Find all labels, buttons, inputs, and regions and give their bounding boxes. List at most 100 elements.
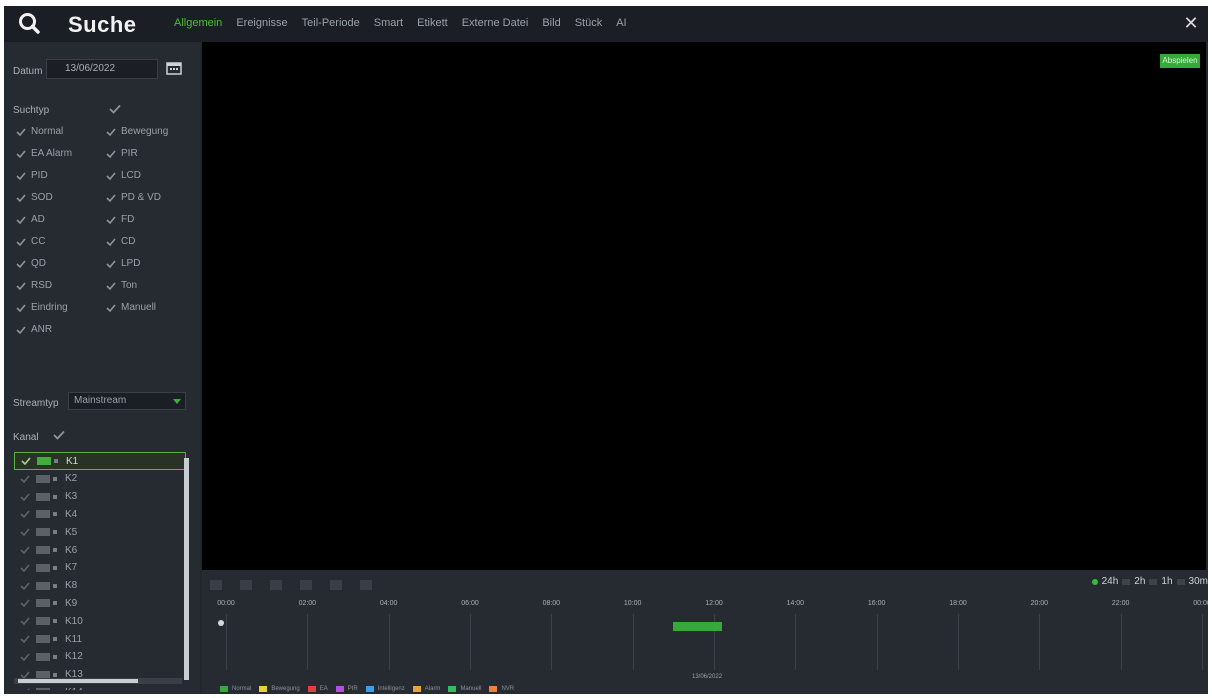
search-type-label: Bewegung — [121, 126, 169, 137]
status-dot-icon — [53, 530, 57, 535]
search-type-checkbox[interactable]: LPD — [106, 258, 140, 269]
zoom-24h[interactable]: 24h — [1102, 576, 1119, 587]
search-type-checkbox[interactable]: SOD — [16, 192, 53, 203]
scrollbar-thumb[interactable] — [18, 679, 138, 683]
checkmark-icon[interactable] — [52, 430, 66, 440]
camera-icon — [36, 635, 50, 643]
legend-label: Alarm — [424, 686, 441, 692]
zoom-30m[interactable]: 30m — [1189, 576, 1208, 587]
search-type-checkbox[interactable]: CD — [106, 236, 135, 247]
search-type-label: CC — [31, 236, 46, 247]
channel-list-h-scrollbar[interactable] — [14, 678, 182, 684]
tab-allgemein[interactable]: Allgemein — [174, 17, 222, 29]
tab-externe-datei[interactable]: Externe Datei — [462, 17, 529, 29]
checkmark-icon — [20, 475, 30, 483]
search-type-checkbox[interactable]: PD & VD — [106, 192, 161, 203]
recording-segment[interactable] — [673, 622, 723, 631]
search-icon — [19, 13, 40, 34]
stream-type-select[interactable]: Mainstream — [68, 392, 186, 410]
hour-label: 00:00 — [1193, 600, 1208, 607]
camera-icon — [36, 688, 50, 690]
forward-icon[interactable] — [330, 580, 342, 590]
search-type-checkbox[interactable]: PID — [16, 170, 48, 181]
search-type-checkbox[interactable]: QD — [16, 258, 46, 269]
play-icon[interactable] — [240, 580, 252, 590]
search-type-checkbox[interactable]: RSD — [16, 280, 52, 291]
zoom-radio-icon[interactable] — [1091, 578, 1098, 585]
channel-row[interactable]: K10 — [14, 612, 186, 630]
stop-icon[interactable] — [210, 580, 222, 590]
zoom-radio-icon[interactable] — [1176, 578, 1185, 585]
zoom-1h[interactable]: 1h — [1161, 576, 1172, 587]
channel-row[interactable]: K8 — [14, 577, 186, 595]
search-type-checkbox[interactable]: Eindring — [16, 302, 68, 313]
tab-ereignisse[interactable]: Ereignisse — [236, 17, 287, 29]
search-type-label: AD — [31, 214, 45, 225]
search-type-label: EA Alarm — [31, 148, 73, 159]
tab-bild[interactable]: Bild — [542, 17, 560, 29]
camera-icon — [36, 510, 50, 519]
checkmark-icon — [16, 215, 26, 224]
search-type-checkbox[interactable]: FD — [106, 214, 134, 225]
hour-gridline — [388, 614, 390, 670]
channel-row[interactable]: K2 — [14, 470, 186, 488]
search-type-checkbox[interactable]: PIR — [106, 148, 138, 159]
tab-teil-periode[interactable]: Teil-Periode — [302, 17, 360, 29]
search-type-checkbox[interactable]: EA Alarm — [16, 148, 72, 159]
tab-stueck[interactable]: Stück — [575, 17, 603, 29]
checkmark-icon — [106, 281, 116, 290]
search-type-checkbox[interactable]: Normal — [16, 126, 63, 137]
channel-row[interactable]: K3 — [14, 488, 186, 506]
play-button[interactable]: Abspielen — [1160, 54, 1200, 68]
search-sidebar: Datum 13/06/2022 Suchtyp Normal Bewegung E… — [4, 42, 200, 694]
search-type-label: SOD — [31, 192, 53, 203]
tab-smart[interactable]: Smart — [374, 17, 403, 29]
checkmark-icon — [21, 457, 31, 465]
pause-icon[interactable] — [270, 580, 282, 590]
timeline-track[interactable] — [226, 614, 1208, 670]
hour-label: 02:00 — [298, 600, 317, 607]
search-type-checkbox[interactable]: Bewegung — [106, 126, 168, 137]
channel-row[interactable]: K5 — [14, 523, 186, 541]
channel-row[interactable]: K6 — [14, 541, 186, 559]
date-field[interactable]: 13/06/2022 — [46, 59, 158, 79]
zoom-radio-icon[interactable] — [1122, 578, 1131, 585]
rewind-icon[interactable] — [300, 580, 312, 590]
hour-label: 18:00 — [949, 600, 967, 607]
step-icon[interactable] — [360, 580, 372, 590]
tab-ai[interactable]: AI — [616, 17, 626, 29]
channel-row[interactable]: K7 — [14, 559, 186, 577]
channel-row[interactable]: K1 — [14, 452, 186, 470]
channel-list-scrollbar[interactable] — [184, 458, 189, 680]
channel-label: K12 — [65, 651, 83, 663]
hour-gridline — [795, 614, 797, 670]
checkmark-icon[interactable] — [108, 104, 122, 114]
channel-row[interactable]: K11 — [14, 630, 186, 648]
zoom-radio-icon[interactable] — [1149, 578, 1158, 585]
channel-row[interactable]: K12 — [14, 648, 186, 666]
search-type-checkbox[interactable]: AD — [16, 214, 45, 225]
search-type-checkbox[interactable]: CC — [16, 236, 45, 247]
camera-icon — [36, 617, 50, 626]
search-type-checkbox[interactable]: LCD — [106, 170, 141, 181]
search-type-checkbox[interactable]: Ton — [106, 280, 137, 291]
search-type-checkbox[interactable]: Manuell — [106, 302, 156, 313]
tab-etikett[interactable]: Etikett — [417, 17, 448, 29]
zoom-2h[interactable]: 2h — [1134, 576, 1145, 587]
channel-row[interactable]: K14 — [14, 683, 186, 690]
status-dot-icon — [54, 459, 58, 463]
camera-icon — [37, 457, 51, 465]
search-type-checkbox[interactable]: ANR — [16, 324, 52, 335]
close-icon[interactable]: ✕ — [1182, 14, 1200, 32]
hour-gridline — [1039, 614, 1041, 670]
hour-gridline — [1202, 614, 1203, 670]
checkmark-icon — [20, 653, 30, 661]
hour-gridline — [958, 614, 959, 670]
calendar-icon[interactable] — [166, 61, 182, 75]
channel-row[interactable]: K9 — [14, 594, 186, 612]
channel-row[interactable]: K4 — [14, 505, 186, 523]
hour-label: 16:00 — [867, 600, 886, 607]
hour-label: 10:00 — [623, 600, 642, 607]
channel-list: K1K2K3K4K5K6K7K8K9K10K11K12K13K14K15 — [14, 452, 190, 690]
zoom-selector: 24h 2h 1h 30m — [1091, 576, 1208, 587]
